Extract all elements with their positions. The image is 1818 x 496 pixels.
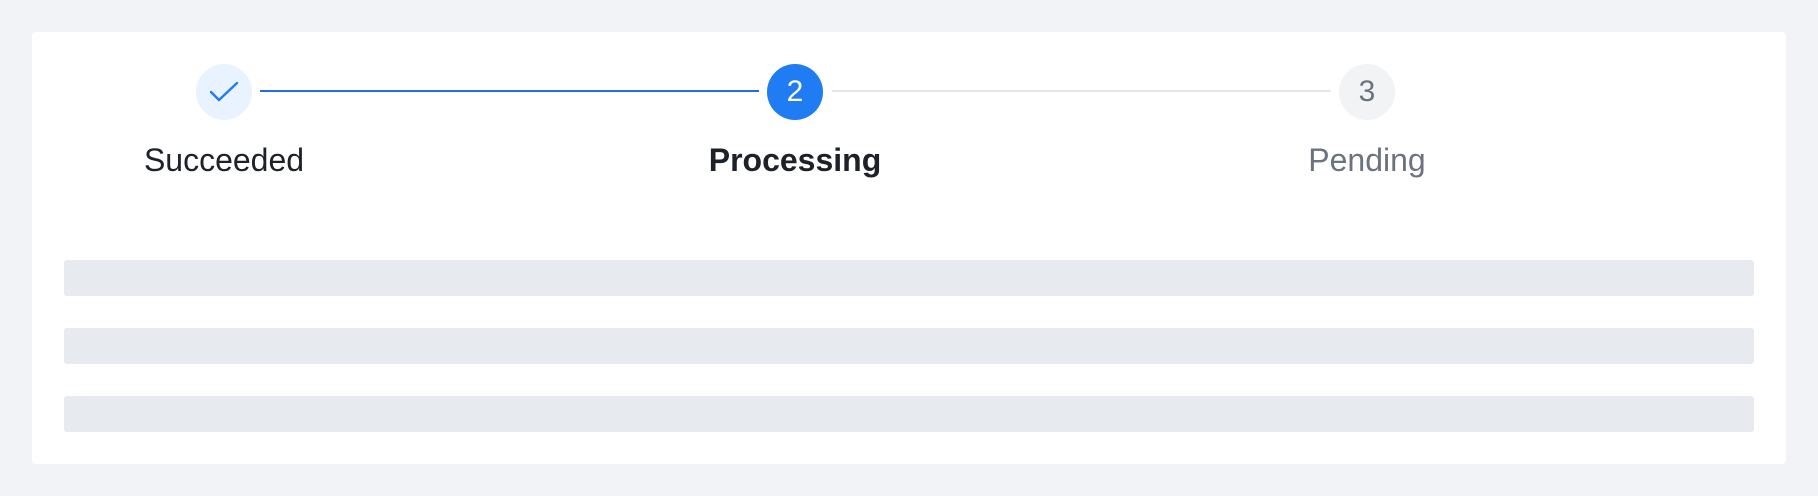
skeleton-line — [64, 396, 1754, 432]
step-2-number: 2 — [786, 75, 804, 108]
step-connector-pending — [832, 90, 1331, 92]
step-1-succeeded-indicator — [196, 64, 252, 120]
check-icon — [209, 81, 239, 102]
step-3-number: 3 — [1358, 75, 1376, 108]
step-2-label: Processing — [708, 142, 882, 178]
skeleton-line — [64, 260, 1754, 296]
step-2-processing-indicator: 2 — [767, 64, 823, 120]
step-1-label: Succeeded — [143, 142, 305, 178]
step-connector-completed — [260, 90, 759, 92]
step-3-label: Pending — [1308, 142, 1426, 178]
skeleton-line — [64, 328, 1754, 364]
steps-card: Succeeded 2 Processing 3 Pending — [32, 32, 1786, 464]
step-3-pending-indicator: 3 — [1339, 64, 1395, 120]
steps-indicator: Succeeded 2 Processing 3 Pending — [32, 32, 1786, 232]
